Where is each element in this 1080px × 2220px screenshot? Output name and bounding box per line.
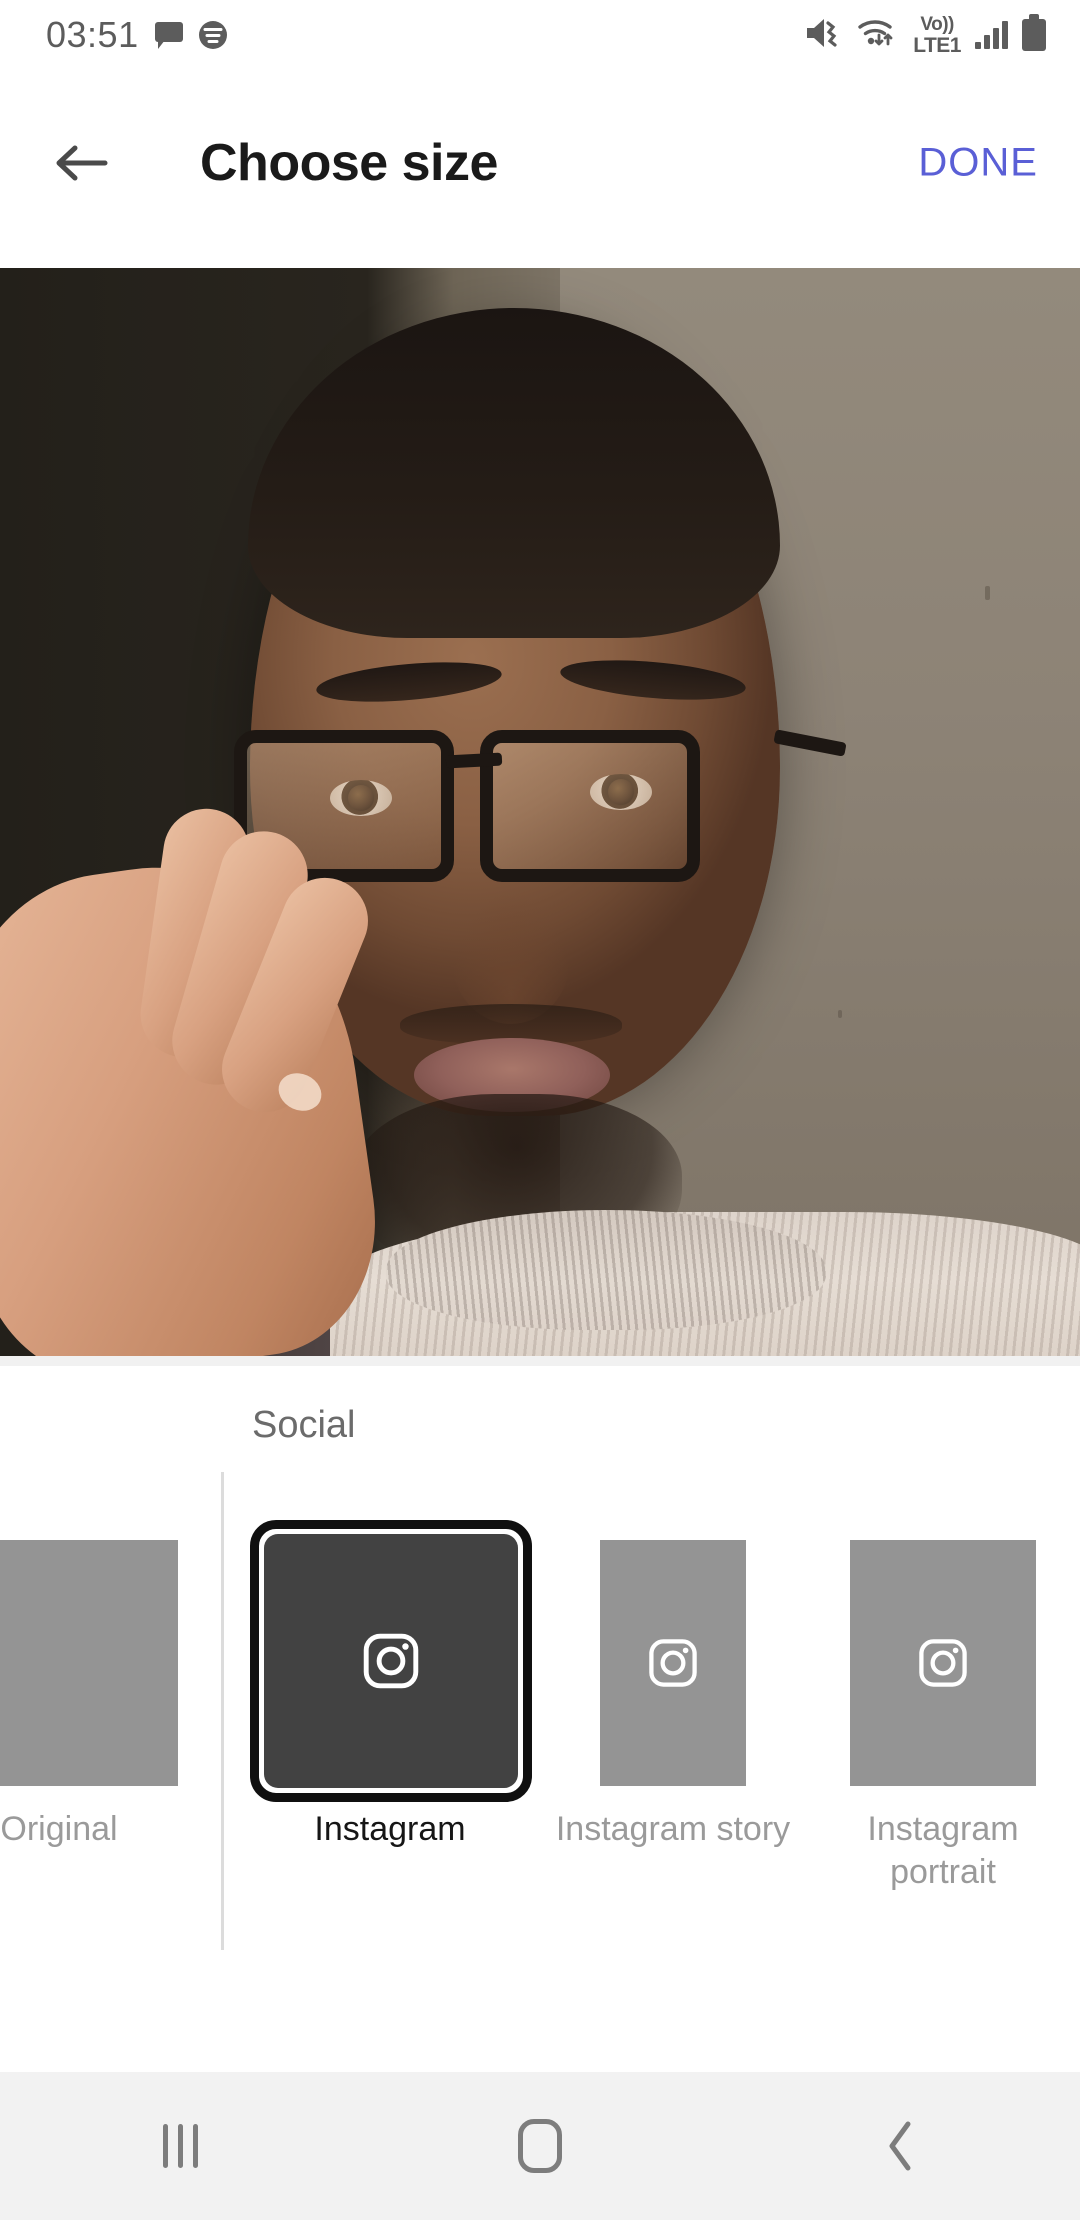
- wifi-icon: [857, 16, 899, 55]
- tile-label-instagram-portrait: Instagram portrait: [867, 1810, 1019, 1892]
- instagram-icon: [919, 1639, 967, 1687]
- tile-label-instagram-story: Instagram story: [555, 1810, 791, 1848]
- glasses-lens: [480, 730, 700, 882]
- vibrate-mute-icon: [805, 16, 843, 55]
- tile-label-instagram: Instagram: [314, 1810, 466, 1848]
- android-nav-bar: [0, 2072, 1080, 2220]
- done-button[interactable]: DONE: [918, 141, 1038, 186]
- back-arrow-icon: [56, 145, 108, 181]
- signal-bars-icon: [975, 21, 1008, 49]
- tile-thumbnail[interactable]: [0, 1540, 178, 1786]
- page-title: Choose size: [200, 134, 498, 192]
- home-icon: [518, 2119, 562, 2173]
- photo-wall-mark: [985, 586, 990, 600]
- nav-recents-button[interactable]: [80, 2072, 280, 2220]
- tile-thumbnail[interactable]: [264, 1534, 518, 1788]
- status-bar-left: 03:51: [46, 14, 227, 56]
- app-header: Choose size DONE: [0, 70, 1080, 256]
- tile-label-original: Original: [0, 1810, 118, 1848]
- back-button[interactable]: [46, 128, 116, 198]
- subject-collar: [386, 1210, 826, 1330]
- volte-icon: Vo)) LTE1: [913, 15, 961, 56]
- status-bar: 03:51 Vo)) LTE1: [0, 0, 1080, 70]
- nav-home-button[interactable]: [440, 2072, 640, 2220]
- size-tile-row[interactable]: Original Instagram Instagram story Insta…: [0, 1470, 1080, 1950]
- section-divider: [0, 1356, 1080, 1366]
- nav-back-chevron-icon: [889, 2121, 911, 2171]
- group-label-social: Social: [252, 1404, 356, 1446]
- nav-back-button[interactable]: [800, 2072, 1000, 2220]
- battery-icon: [1022, 14, 1046, 51]
- tile-thumbnail[interactable]: [850, 1540, 1036, 1786]
- app-root: 03:51 Vo)) LTE1 Choose size DONE Social …: [0, 0, 1080, 2220]
- instagram-icon: [363, 1633, 419, 1689]
- spotify-icon: [198, 21, 227, 49]
- message-bubble-icon: [154, 22, 183, 49]
- photo-preview[interactable]: [0, 268, 1080, 1356]
- instagram-icon: [649, 1639, 697, 1687]
- photo-wall-mark: [838, 1010, 842, 1018]
- recents-icon: [162, 2124, 198, 2168]
- volte-bottom-label: LTE1: [913, 33, 961, 57]
- status-clock: 03:51: [46, 14, 139, 55]
- tile-thumbnail[interactable]: [600, 1540, 746, 1786]
- status-bar-right: Vo)) LTE1: [805, 14, 1046, 56]
- subject-glasses: [234, 708, 847, 898]
- volte-top-label: Vo)): [920, 13, 954, 35]
